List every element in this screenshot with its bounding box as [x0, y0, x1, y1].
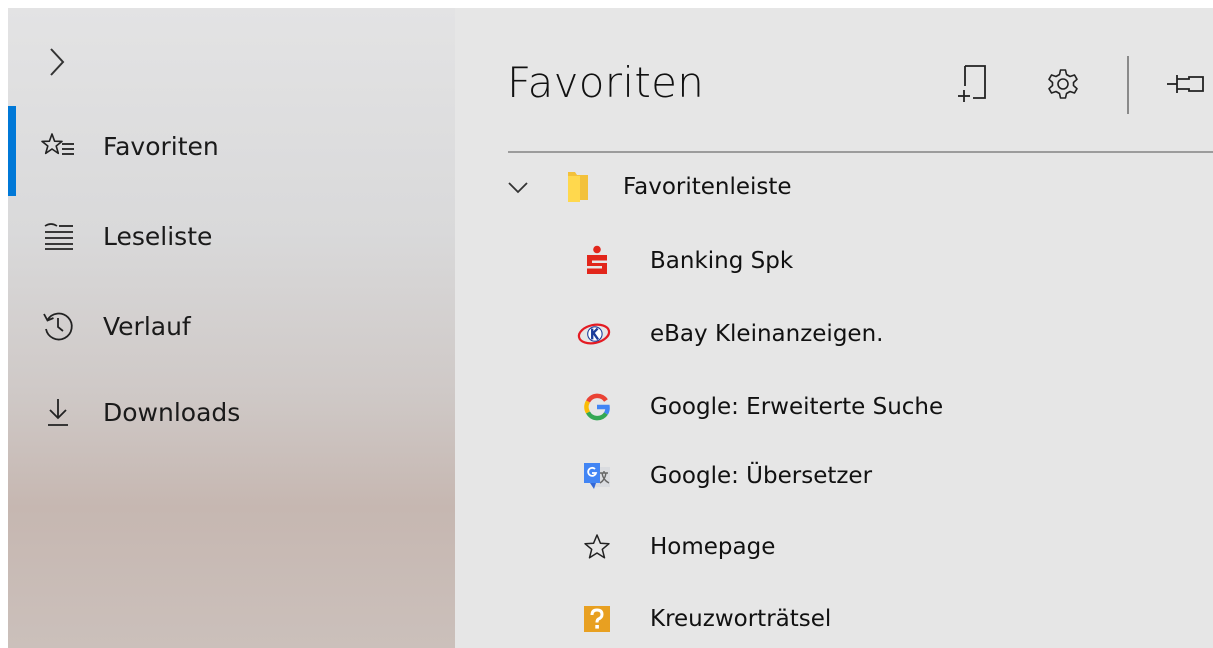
settings-gear-icon: [1046, 67, 1080, 105]
favorite-label: Homepage: [650, 534, 776, 560]
folder-label: Favoritenleiste: [623, 174, 792, 200]
favorites-panel: Favoriten Favoritenleiste Banking Spk eB…: [455, 8, 1213, 648]
folder-icon: [563, 172, 593, 202]
google-icon: [582, 392, 612, 422]
expand-chevron-icon[interactable]: [48, 46, 66, 78]
header-divider: [508, 151, 1213, 153]
reading-list-icon: [40, 218, 76, 254]
hub-sidebar: Favoriten Leseliste Verlauf Downloads: [8, 8, 455, 648]
toolbar-divider: [1127, 56, 1129, 114]
add-to-favorites-button[interactable]: [953, 64, 993, 108]
question-mark-icon: [582, 604, 612, 634]
settings-button[interactable]: [1043, 66, 1083, 106]
sidebar-item-leseliste[interactable]: Leseliste: [8, 206, 455, 266]
google-translate-icon: [582, 461, 612, 491]
download-icon: [40, 394, 76, 430]
favorites-star-list-icon: [40, 128, 76, 164]
sidebar-item-label: Favoriten: [103, 131, 219, 161]
list-item[interactable]: eBay Kleinanzeigen.: [455, 307, 1213, 361]
sidebar-item-downloads[interactable]: Downloads: [8, 382, 455, 442]
sidebar-item-label: Leseliste: [103, 221, 213, 251]
list-item[interactable]: Google: Erweiterte Suche: [455, 380, 1213, 434]
list-item[interactable]: Google: Übersetzer: [455, 449, 1213, 503]
sparkasse-icon: [582, 245, 612, 276]
favorite-label: Google: Erweiterte Suche: [650, 394, 944, 420]
favorite-label: Kreuzworträtsel: [650, 606, 832, 632]
chevron-down-icon[interactable]: [507, 176, 529, 198]
sidebar-item-favoriten[interactable]: Favoriten: [8, 106, 455, 196]
folder-favoritenleiste[interactable]: Favoritenleiste: [455, 160, 1213, 214]
pin-icon: [1165, 69, 1205, 103]
star-icon: [582, 532, 612, 562]
page-title: Favoriten: [507, 58, 705, 107]
favorite-label: Banking Spk: [650, 248, 794, 274]
favorite-label: eBay Kleinanzeigen.: [650, 321, 884, 347]
sidebar-item-verlauf[interactable]: Verlauf: [8, 296, 455, 356]
pin-button[interactable]: [1165, 66, 1205, 106]
favorite-label: Google: Übersetzer: [650, 463, 873, 489]
history-icon: [40, 308, 76, 344]
list-item[interactable]: Homepage: [455, 520, 1213, 574]
list-item[interactable]: Banking Spk: [455, 234, 1213, 288]
ebay-kleinanzeigen-icon: [577, 319, 612, 349]
add-to-favorites-icon: [955, 64, 991, 108]
list-item[interactable]: Kreuzworträtsel: [455, 592, 1213, 646]
sidebar-item-label: Verlauf: [103, 311, 191, 341]
sidebar-item-label: Downloads: [103, 397, 241, 427]
